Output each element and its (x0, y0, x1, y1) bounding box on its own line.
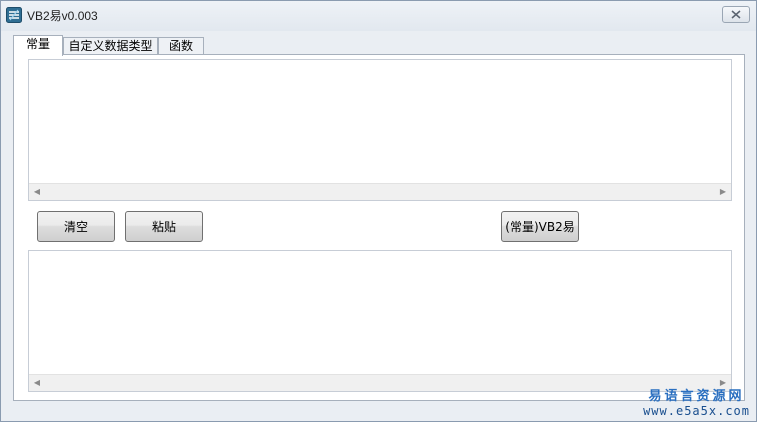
scroll-right-icon[interactable]: ▶ (719, 188, 727, 196)
watermark: 易语言资源网 www.e5a5x.com (643, 385, 750, 418)
convert-button-label: (常量)VB2易 (505, 220, 575, 234)
tab-panel: ◀ ▶ 清空 粘贴 (常量)VB2易 ◀ ▶ (13, 54, 745, 401)
close-icon (731, 10, 741, 19)
window-title: VB2易v0.003 (27, 9, 98, 23)
tab-constants[interactable]: 常量 (13, 35, 63, 56)
convert-button[interactable]: (常量)VB2易 (501, 211, 579, 242)
app-icon (6, 7, 22, 23)
scroll-left-icon[interactable]: ◀ (33, 379, 41, 387)
clear-button-label: 清空 (63, 220, 88, 234)
tab-functions[interactable]: 函数 (158, 37, 204, 55)
title-bar[interactable]: VB2易v0.003 (1, 1, 756, 31)
main-window: VB2易v0.003 常量 自定义数据类型 函数 ◀ ▶ 清空 粘贴 (常量)V… (0, 0, 757, 422)
tab-label: 自定义数据类型 (68, 39, 153, 53)
scroll-left-icon[interactable]: ◀ (33, 188, 41, 196)
output-horizontal-scrollbar[interactable]: ◀ ▶ (29, 374, 731, 391)
input-horizontal-scrollbar[interactable]: ◀ ▶ (29, 183, 731, 200)
watermark-title: 易语言资源网 (648, 389, 745, 404)
tab-custom-data-types[interactable]: 自定义数据类型 (63, 37, 158, 55)
paste-button[interactable]: 粘贴 (125, 211, 203, 242)
tab-label: 函数 (168, 39, 193, 53)
watermark-url: www.e5a5x.com (643, 404, 750, 418)
output-textbox[interactable]: ◀ ▶ (28, 250, 732, 392)
close-button[interactable] (722, 6, 750, 23)
tab-label: 常量 (25, 37, 50, 51)
input-textbox[interactable]: ◀ ▶ (28, 59, 732, 201)
clear-button[interactable]: 清空 (37, 211, 115, 242)
paste-button-label: 粘贴 (151, 220, 176, 234)
